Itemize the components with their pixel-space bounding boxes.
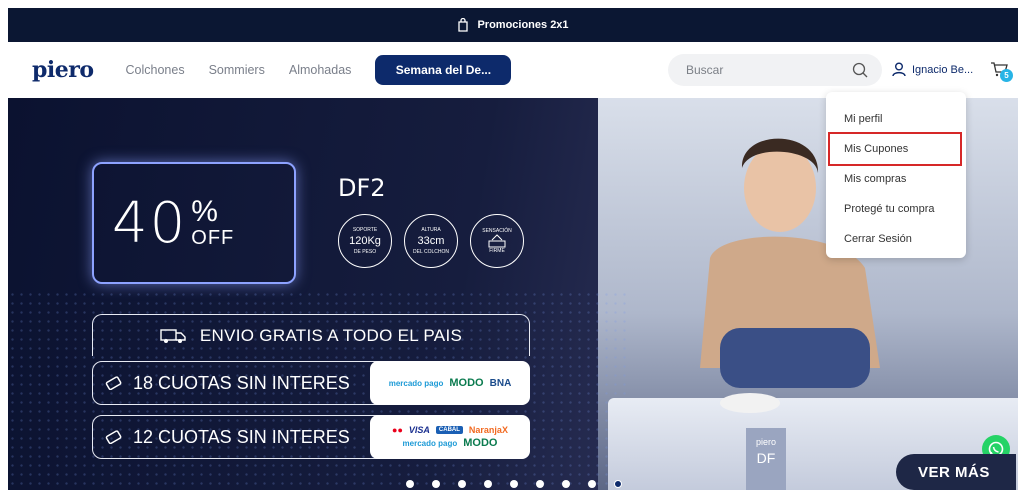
naranjax-logo: NaranjaX: [468, 425, 508, 435]
mercado-pago-logo: mercado pago: [402, 438, 458, 448]
carousel-dot[interactable]: [484, 480, 492, 488]
installments-12-text: 12 CUOTAS SIN INTERES: [133, 426, 350, 447]
installments-18-text: 18 CUOTAS SIN INTERES: [133, 372, 350, 393]
badge-bottom: DE PESO: [353, 249, 377, 255]
carousel-dots: [406, 480, 622, 488]
feel-badge: SENSACIÓN FIRME: [470, 214, 524, 268]
nav-link-sommiers[interactable]: Sommiers: [209, 63, 265, 77]
visa-logo: VISA: [408, 425, 430, 435]
firmness-icon: [488, 234, 506, 248]
height-badge: ALTURA 33cm DEL COLCHON: [404, 214, 458, 268]
carousel-dot[interactable]: [562, 480, 570, 488]
menu-item-protege-tu-compra[interactable]: Protegé tu compra: [826, 194, 966, 224]
promo-bar[interactable]: Promociones 2x1: [8, 8, 1018, 42]
menu-item-cerrar-sesion[interactable]: Cerrar Sesión: [826, 224, 966, 254]
cart-count-badge: 5: [1000, 69, 1013, 82]
support-badge: SOPORTE 120Kg DE PESO: [338, 214, 392, 268]
mattress-model: DF: [756, 450, 776, 466]
mastercard-logo: ●●: [392, 425, 403, 435]
shipping-text: ENVIO GRATIS A TODO EL PAIS: [199, 325, 463, 345]
page: Promociones 2x1 piero Colchones Sommiers…: [0, 0, 1024, 490]
modo-logo: MODO: [449, 377, 484, 389]
carousel-dot[interactable]: [458, 480, 466, 488]
ver-mas-button[interactable]: VER MÁS: [896, 454, 1016, 490]
carousel-dot[interactable]: [510, 480, 518, 488]
shopping-bag-icon: [458, 18, 469, 32]
brand-logo[interactable]: piero: [32, 57, 94, 83]
spec-badges: SOPORTE 120Kg DE PESO ALTURA 33cm DEL CO…: [338, 214, 524, 268]
discount-off: OFF: [191, 226, 235, 249]
semana-promo-button[interactable]: Semana del De...: [375, 55, 512, 85]
modo-logo: MODO: [463, 437, 498, 449]
user-name: Ignacio Be...: [912, 63, 974, 76]
menu-item-mis-compras[interactable]: Mis compras: [826, 164, 966, 194]
payment-logos-18: mercado pago MODO BNA: [370, 361, 530, 405]
cart-button[interactable]: 5: [990, 61, 1013, 82]
badge-top: ALTURA: [421, 227, 441, 233]
card-icon: [105, 376, 122, 390]
badge-bottom: FIRME: [489, 248, 505, 254]
user-menu[interactable]: Ignacio Be...: [892, 62, 973, 77]
search-input[interactable]: [686, 63, 836, 77]
search-box[interactable]: [668, 54, 882, 86]
promo-text: Promociones 2x1: [477, 19, 569, 31]
installments-18-row: 18 CUOTAS SIN INTERES mercado pago MODO …: [92, 361, 530, 405]
menu-item-mis-cupones[interactable]: Mis Cupones: [828, 132, 962, 166]
badge-value: 120Kg: [349, 235, 381, 247]
free-shipping-banner: ENVIO GRATIS A TODO EL PAIS: [92, 314, 530, 356]
user-icon: [892, 62, 906, 77]
user-dropdown-menu: Mi perfil Mis Cupones Mis compras Proteg…: [826, 92, 966, 258]
payment-logos-12: ●● VISA CABAL NaranjaX mercado pago MODO: [370, 415, 530, 459]
card-icon: [105, 430, 122, 444]
carousel-dot[interactable]: [588, 480, 596, 488]
discount-percent: %: [191, 194, 218, 228]
carousel-dot[interactable]: [536, 480, 544, 488]
nav-link-almohadas[interactable]: Almohadas: [289, 63, 352, 77]
bna-logo: BNA: [489, 377, 512, 389]
menu-item-mi-perfil[interactable]: Mi perfil: [826, 104, 966, 134]
main-nav: piero Colchones Sommiers Almohadas Seman…: [8, 42, 1018, 98]
mercado-pago-logo: mercado pago: [388, 378, 444, 388]
model-name: DF2: [338, 174, 386, 202]
discount-number: 40: [112, 190, 188, 256]
truck-icon: [160, 328, 186, 343]
search-icon[interactable]: [852, 62, 868, 78]
carousel-dot[interactable]: [614, 480, 622, 488]
badge-bottom: DEL COLCHON: [413, 249, 449, 255]
cabal-logo: CABAL: [435, 426, 463, 434]
installments-12-row: 12 CUOTAS SIN INTERES ●● VISA CABAL Nara…: [92, 415, 530, 459]
nav-link-colchones[interactable]: Colchones: [126, 63, 185, 77]
badge-value: 33cm: [417, 235, 445, 247]
carousel-dot[interactable]: [406, 480, 414, 488]
badge-top: SOPORTE: [352, 227, 378, 233]
carousel-dot[interactable]: [432, 480, 440, 488]
discount-box: 40 % OFF: [92, 162, 296, 284]
